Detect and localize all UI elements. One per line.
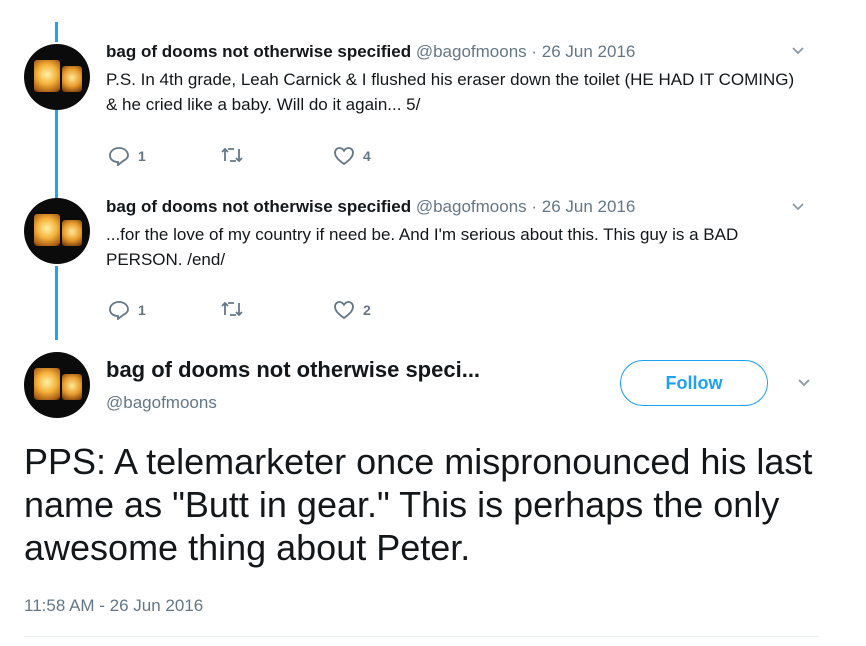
avatar[interactable] [24, 352, 90, 418]
retweet-button[interactable] [220, 146, 252, 164]
like-icon [334, 147, 354, 166]
lantern-image [62, 374, 82, 400]
retweet-icon [221, 147, 243, 163]
like-count: 4 [363, 148, 371, 164]
thread-line-top [55, 22, 58, 42]
lantern-image [34, 368, 60, 400]
tweet-date[interactable]: · 26 Jun 2016 [531, 42, 635, 61]
handle[interactable]: @bagofmoons [416, 42, 527, 61]
tweet-timestamp[interactable]: 11:58 AM - 26 Jun 2016 [24, 596, 203, 616]
thread-line-2 [55, 266, 58, 340]
main-tweet-text: PPS: A telemarketer once mispronounced h… [24, 441, 813, 568]
reply-count: 1 [138, 148, 146, 164]
reply-count: 1 [138, 302, 146, 318]
like-count: 2 [363, 302, 371, 318]
lantern-image [62, 66, 82, 92]
like-button[interactable]: 2 [333, 300, 371, 320]
avatar[interactable] [24, 44, 90, 110]
retweet-icon [221, 301, 243, 317]
thread-line-1 [55, 110, 58, 198]
display-name[interactable]: bag of dooms not otherwise specified [106, 197, 411, 216]
like-icon [334, 301, 354, 320]
handle[interactable]: @bagofmoons [416, 197, 527, 216]
display-name[interactable]: bag of dooms not otherwise speci... [106, 357, 480, 383]
retweet-button[interactable] [220, 300, 252, 318]
like-button[interactable]: 4 [333, 146, 371, 166]
tweet-header: bag of dooms not otherwise specified @ba… [106, 197, 635, 217]
follow-button[interactable]: Follow [620, 360, 768, 406]
reply-icon [109, 147, 129, 166]
reply-button[interactable]: 1 [108, 146, 146, 166]
lantern-image [34, 214, 60, 246]
display-name[interactable]: bag of dooms not otherwise specified [106, 42, 411, 61]
reply-button[interactable]: 1 [108, 300, 146, 320]
chevron-down-icon[interactable] [796, 374, 812, 395]
chevron-down-icon[interactable] [790, 42, 806, 63]
tweet-text: P.S. In 4th grade, Leah Carnick & I flus… [106, 70, 795, 114]
tweet-date[interactable]: · 26 Jun 2016 [531, 197, 635, 216]
tweet-text: ...for the love of my country if need be… [106, 225, 739, 269]
lantern-image [34, 60, 60, 92]
tweet-header: bag of dooms not otherwise specified @ba… [106, 42, 635, 62]
divider [24, 636, 819, 637]
handle[interactable]: @bagofmoons [106, 393, 217, 413]
chevron-down-icon[interactable] [790, 198, 806, 219]
reply-icon [109, 301, 129, 320]
avatar[interactable] [24, 198, 90, 264]
lantern-image [62, 220, 82, 246]
